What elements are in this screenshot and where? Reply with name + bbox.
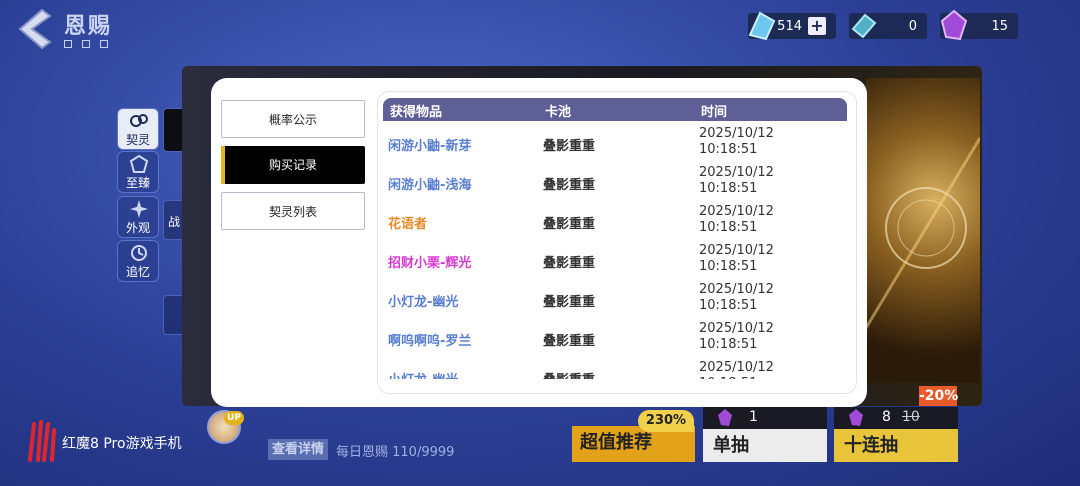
ten-cost-bar: 8 10 — [834, 407, 958, 429]
row-date: 2025/10/12 — [699, 282, 774, 297]
crest-icon — [129, 155, 149, 173]
row-time: 2025/10/1210:18:51 — [699, 243, 819, 275]
daily-grace-counter: 每日恩赐 110/9999 — [336, 445, 455, 460]
row-time: 2025/10/1210:18:51 — [699, 282, 819, 314]
table-row: 闲游小鼬-新芽 叠影重重 2025/10/12 10:18:51 — [383, 123, 847, 162]
table-row: 啊呜啊呜-罗兰 叠影重重 2025/10/12 10:18:51 — [383, 318, 847, 357]
brand-watermark: 红魔8 Pro游戏手机 — [62, 436, 182, 452]
row-date: 2025/10/12 — [699, 360, 774, 375]
table-row: 招财小栗-辉光 叠影重重 2025/10/12 10:18:51 — [383, 240, 847, 279]
currency-value: 0 — [908, 18, 917, 34]
currency-crystal: 15 — [940, 9, 1018, 41]
row-date: 2025/10/12 — [699, 204, 774, 219]
row-item: 花语者 — [388, 217, 428, 232]
purple-crystal-icon — [849, 409, 863, 426]
row-pool: 叠影重重 — [543, 256, 596, 271]
view-details-button[interactable]: 查看详情 — [268, 439, 329, 460]
tab-label: 契灵 — [125, 133, 150, 147]
row-pool: 叠影重重 — [543, 217, 596, 232]
menu-probability[interactable]: 概率公示 — [221, 100, 365, 138]
single-draw-label: 单抽 — [713, 435, 749, 456]
row-clock: 10:18:51 — [699, 220, 758, 235]
table-row: 小灯龙-幽光 叠影重重 2025/10/1210:18:51 — [383, 279, 847, 318]
single-draw-button[interactable]: 1 单抽 — [703, 407, 827, 462]
add-currency-button[interactable]: + — [808, 17, 826, 35]
row-time: 2025/10/1210:18:51 — [699, 204, 819, 236]
row-item: 招财小栗-辉光 — [388, 256, 472, 271]
tab-label: 至臻 — [125, 176, 150, 190]
discount-badge: -20% — [919, 386, 959, 406]
ten-old-cost: 10 — [902, 409, 920, 425]
table-header: 获得物品 卡池 时间 — [383, 98, 847, 121]
row-time: 2025/10/1210:18:51 — [699, 165, 819, 197]
currency-value: 15 — [991, 18, 1008, 34]
row-clock: 10:18:51 — [699, 298, 758, 313]
column-header-time: 时间 — [701, 105, 728, 120]
row-date: 2025/10/12 — [699, 243, 774, 258]
row-time: 2025/10/1210:18:51 — [699, 360, 819, 379]
tab-appearance[interactable]: 外观 — [117, 196, 159, 238]
purple-crystal-icon — [940, 9, 968, 41]
table-row: 花语者 叠影重重 2025/10/12 10:18:51 — [383, 201, 847, 240]
banner-art — [864, 78, 982, 383]
memory-icon — [131, 245, 147, 261]
ten-cost: 8 — [882, 409, 891, 425]
clock-art-icon — [864, 137, 982, 329]
page-title: 恩赐 — [64, 14, 113, 39]
tab-label: 外观 — [125, 221, 150, 235]
table-row: 小灯龙-幽光 叠影重重 2025/10/1210:18:51 — [383, 357, 847, 379]
cyan-ticket-icon — [851, 13, 877, 39]
row-time: 2025/10/1210:18:51 — [699, 321, 819, 353]
row-date: 2025/10/12 — [699, 165, 774, 180]
tab-pact[interactable]: 契灵 — [117, 108, 159, 150]
table-row: 闲游小鼬-浅海 叠影重重 2025/10/12 10:18:51 — [383, 162, 847, 201]
pact-icon — [130, 114, 148, 127]
redmagic-logo-icon — [28, 420, 56, 462]
currency-ticket-blue: 514 + — [748, 11, 836, 41]
row-item: 小灯龙-幽光 — [388, 369, 458, 379]
blue-ticket-icon — [748, 11, 776, 41]
row-time: 2025/10/1210:18:51 — [699, 126, 819, 158]
row-pool: 叠影重重 — [543, 369, 595, 379]
record-list[interactable]: 闲游小鼬-新芽 叠影重重 2025/10/12 10:18:51 闲游小鼬-浅海 叠影重重… — [383, 123, 847, 379]
purple-crystal-icon — [718, 409, 732, 426]
brand-logo — [26, 420, 56, 464]
single-cost-bar: 1 — [703, 407, 827, 429]
back-button[interactable] — [14, 6, 54, 52]
tab-label: 追忆 — [125, 265, 150, 279]
column-header-pool: 卡池 — [545, 105, 572, 120]
row-pool: 叠影重重 — [543, 139, 596, 154]
row-item: 闲游小鼬-浅海 — [388, 178, 472, 193]
tab-memory[interactable]: 追忆 — [117, 240, 159, 282]
row-item: 闲游小鼬-新芽 — [388, 139, 472, 154]
row-date: 2025/10/12 — [699, 126, 774, 141]
single-cost: 1 — [749, 409, 758, 425]
row-date: 2025/10/12 — [699, 321, 774, 336]
row-clock: 10:18:51 — [699, 181, 758, 196]
row-pool: 叠影重重 — [543, 295, 596, 310]
sparkle-icon — [130, 200, 148, 218]
up-badge: UP — [224, 411, 244, 425]
row-clock: 10:18:51 — [699, 259, 758, 274]
ten-draw-button[interactable]: 8 10 十连抽 — [834, 407, 958, 462]
row-clock: 10:18:51 — [699, 376, 819, 379]
chevron-left-icon — [18, 8, 52, 50]
row-item: 啊呜啊呜-罗兰 — [388, 334, 472, 349]
row-item: 小灯龙-幽光 — [388, 295, 459, 310]
row-clock: 10:18:51 — [699, 142, 758, 157]
currency-value: 514 — [777, 18, 802, 34]
tab-supreme[interactable]: 至臻 — [117, 151, 159, 193]
menu-purchase-record[interactable]: 购买记录 — [221, 146, 365, 184]
column-header-item: 获得物品 — [390, 105, 443, 120]
row-pool: 叠影重重 — [543, 178, 596, 193]
ten-draw-label: 十连抽 — [844, 435, 898, 456]
menu-pact-list[interactable]: 契灵列表 — [221, 192, 365, 230]
title-decoration — [64, 40, 144, 48]
row-pool: 叠影重重 — [543, 334, 596, 349]
currency-ticket-cyan: 0 — [849, 13, 927, 39]
bonus-percent-badge: 230% — [638, 410, 694, 432]
row-clock: 10:18:51 — [699, 337, 758, 352]
